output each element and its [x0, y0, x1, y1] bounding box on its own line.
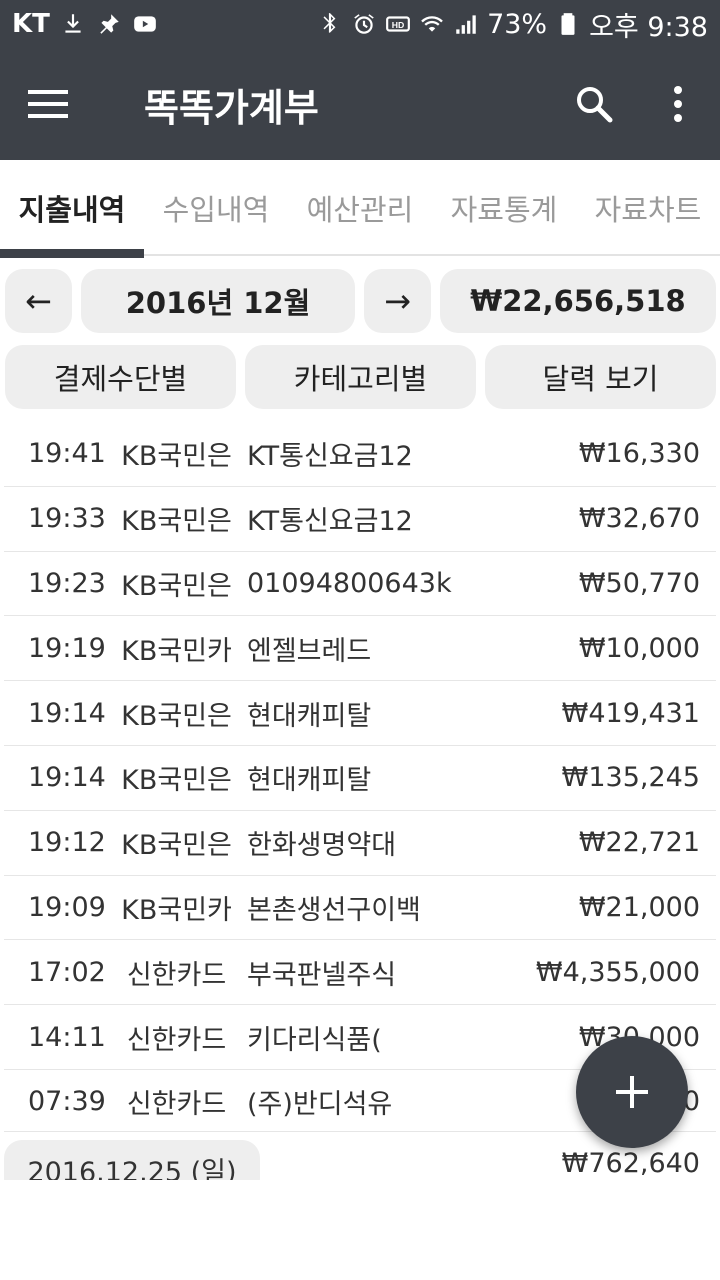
carrier-label: KT — [12, 9, 50, 39]
download-icon — [60, 11, 86, 37]
calendar-view-button[interactable]: 달력 보기 — [485, 345, 716, 409]
by-payment-button[interactable]: 결제수단별 — [5, 345, 236, 409]
row-time: 19:19 — [28, 632, 106, 664]
by-category-button[interactable]: 카테고리별 — [245, 345, 476, 409]
row-time: 19:33 — [28, 503, 106, 535]
tab-expenses[interactable]: 지출내역 — [0, 160, 144, 258]
row-description: 01094800643k — [247, 567, 452, 599]
row-time: 19:12 — [28, 827, 106, 859]
row-amount: ₩50,770 — [578, 567, 700, 599]
tab-bar: 지출내역 수입내역 예산관리 자료통계 자료차트 — [0, 160, 720, 258]
table-row[interactable]: 19:09 KB국민카 본촌생선구이백 ₩21,000 — [4, 874, 716, 940]
row-description: 현대캐피탈 — [247, 700, 372, 732]
menu-button[interactable] — [0, 48, 96, 160]
row-payment: 신한카드 — [126, 959, 227, 991]
row-amount: ₩419,431 — [561, 697, 700, 729]
more-vert-icon — [674, 86, 682, 122]
row-payment: 신한카드 — [126, 1089, 227, 1121]
search-button[interactable] — [552, 48, 636, 160]
prev-month-button[interactable]: ← — [5, 269, 72, 333]
next-month-button[interactable]: → — [364, 269, 431, 333]
row-amount: ₩22,721 — [578, 827, 700, 859]
tab-budget[interactable]: 예산관리 — [288, 160, 432, 256]
row-payment: KB국민카 — [121, 635, 232, 667]
row-amount: ₩16,330 — [578, 437, 700, 469]
row-payment: KB국민은 — [121, 700, 232, 732]
tab-charts[interactable]: 자료차트 — [576, 160, 720, 256]
month-label[interactable]: 2016년 12월 — [81, 269, 355, 333]
alarm-icon — [351, 11, 377, 37]
row-time: 19:41 — [28, 437, 106, 469]
row-description: KT통신요금12 — [247, 440, 413, 472]
table-row[interactable]: 19:12 KB국민은 한화생명약대 ₩22,721 — [4, 809, 716, 875]
table-row[interactable]: 19:19 KB국민카 엔젤브레드 ₩10,000 — [4, 615, 716, 680]
battery-icon — [555, 11, 581, 37]
row-description: KT통신요금12 — [247, 506, 413, 538]
row-amount: ₩4,355,000 — [535, 956, 700, 988]
youtube-icon — [132, 11, 158, 37]
row-amount: ₩21,000 — [578, 891, 700, 923]
battery-percent: 73% — [487, 8, 548, 40]
row-time: 14:11 — [28, 1021, 106, 1053]
row-payment: KB국민은 — [121, 765, 232, 797]
row-description: 한화생명약대 — [247, 830, 397, 862]
add-transaction-button[interactable] — [576, 1036, 688, 1148]
row-amount: ₩10,000 — [578, 632, 700, 664]
row-description: 부국판넬주식 — [247, 959, 397, 991]
row-time: 07:39 — [28, 1086, 106, 1118]
row-payment: 신한카드 — [126, 1024, 227, 1056]
tab-income[interactable]: 수입내역 — [144, 160, 288, 256]
plus-icon — [616, 1076, 648, 1108]
row-time: 17:02 — [28, 956, 106, 988]
row-time: 19:14 — [28, 697, 106, 729]
day-date-label[interactable]: 2016.12.25 (일) — [4, 1140, 260, 1180]
row-description: 본촌생선구이백 — [247, 894, 421, 926]
bluetooth-icon — [317, 11, 343, 37]
wifi-icon — [419, 11, 445, 37]
row-payment: KB국민은 — [121, 506, 232, 538]
app-bar: 똑똑가계부 — [0, 48, 720, 160]
more-options-button[interactable] — [636, 48, 720, 160]
transaction-list: 19:41 KB국민은 KT통신요금12 ₩16,330 19:33 KB국민은 KT통신… — [4, 421, 716, 1134]
row-payment: KB국민은 — [121, 440, 232, 472]
table-row[interactable]: 19:33 KB국민은 KT통신요금12 ₩32,670 — [4, 485, 716, 551]
tab-statistics[interactable]: 자료통계 — [432, 160, 576, 256]
table-row[interactable]: 19:14 KB국민은 현대캐피탈 ₩419,431 — [4, 680, 716, 745]
table-row[interactable]: 19:14 KB국민은 현대캐피탈 ₩135,245 — [4, 744, 716, 810]
row-description: 엔젤브레드 — [247, 635, 372, 667]
svg-text:HD: HD — [392, 20, 405, 30]
row-time: 19:14 — [28, 762, 106, 794]
status-bar: KT HD 73% 오후 9:38 — [0, 0, 720, 48]
row-payment: KB국민은 — [121, 570, 232, 602]
app-title: 똑똑가계부 — [144, 85, 319, 130]
row-time: 19:23 — [28, 567, 106, 599]
day-total: ₩762,640 — [561, 1148, 700, 1179]
menu-icon — [28, 90, 68, 118]
row-description: 키다리식품( — [247, 1024, 382, 1056]
row-description: 현대캐피탈 — [247, 765, 372, 797]
row-payment: KB국민은 — [121, 830, 232, 862]
row-amount: ₩32,670 — [578, 503, 700, 535]
pin-icon — [96, 11, 122, 37]
search-icon — [577, 87, 613, 123]
row-time: 19:09 — [28, 891, 106, 923]
month-total: ₩22,656,518 — [440, 269, 716, 333]
signal-icon — [453, 11, 479, 37]
row-amount: ₩135,245 — [561, 762, 700, 794]
clock: 오후 9:38 — [589, 11, 708, 43]
row-description: (주)반디석유 — [247, 1089, 393, 1121]
table-row[interactable]: 17:02 신한카드 부국판넬주식 ₩4,355,000 — [4, 939, 716, 1004]
row-payment: KB국민카 — [121, 894, 232, 926]
hd-icon: HD — [385, 11, 411, 37]
table-row[interactable]: 19:23 KB국민은 01094800643k ₩50,770 — [4, 550, 716, 616]
table-row[interactable]: 19:41 KB국민은 KT통신요금12 ₩16,330 — [4, 421, 716, 486]
